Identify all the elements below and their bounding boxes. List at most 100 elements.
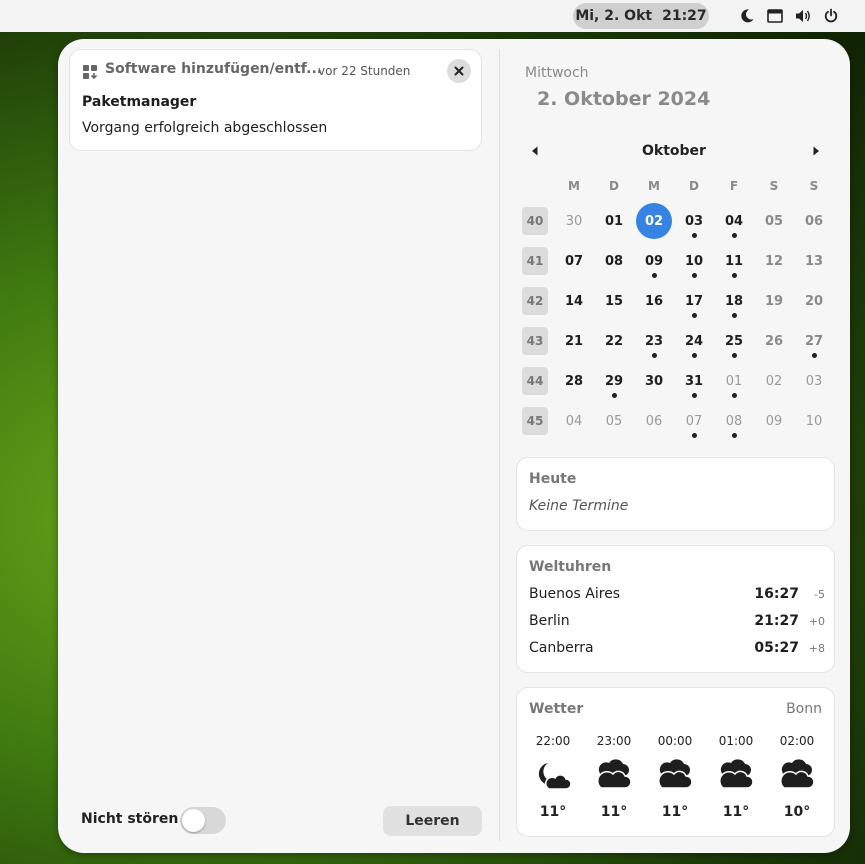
calendar-day[interactable]: 06: [636, 403, 672, 439]
day-header: S: [769, 179, 779, 193]
event-dot: [692, 433, 697, 438]
forecast-time: 22:00: [535, 734, 571, 748]
dnd-label: Nicht stören: [81, 811, 179, 827]
window-icon[interactable]: [765, 6, 785, 26]
dnd-toggle[interactable]: [180, 807, 226, 834]
notification-time: vor 22 Stunden: [318, 64, 411, 78]
calendar-day[interactable]: 22: [596, 323, 632, 359]
forecast-time: 00:00: [657, 734, 693, 748]
world-clock-city: Berlin: [529, 613, 570, 629]
event-dot: [732, 313, 737, 318]
calendar-day[interactable]: 30: [636, 363, 672, 399]
event-dot: [732, 353, 737, 358]
weather-card[interactable]: Wetter Bonn 22:00 11° 23:00 11° 00:00 11° 01:0…: [516, 687, 835, 837]
event-dot: [692, 233, 697, 238]
weekday-label: Mittwoch: [525, 65, 589, 81]
calendar-day[interactable]: 05: [596, 403, 632, 439]
next-month-button[interactable]: [808, 143, 824, 159]
world-clock-offset: -5: [814, 588, 825, 601]
forecast-temperature: 10°: [783, 804, 811, 820]
moon-icon[interactable]: [737, 6, 757, 26]
calendar-day[interactable]: 20: [796, 283, 832, 319]
chevron-left-icon: [532, 146, 538, 156]
calendar-day[interactable]: 26: [756, 323, 792, 359]
forecast-temperature: 11°: [722, 804, 750, 820]
calendar-day[interactable]: 10: [796, 403, 832, 439]
volume-icon[interactable]: [793, 6, 813, 26]
calendar-day[interactable]: 30: [556, 203, 592, 239]
weather-location: Bonn: [786, 701, 822, 717]
notification-close-button[interactable]: [447, 59, 471, 83]
event-dot: [612, 393, 617, 398]
calendar-day[interactable]: 09: [756, 403, 792, 439]
notification-app-name: Software hinzufügen/entf...: [105, 61, 323, 77]
clock-button[interactable]: Mi, 2. Okt 21:27: [573, 3, 709, 29]
rain-cloud-icon: [657, 758, 693, 794]
no-events-text: Keine Termine: [529, 498, 629, 514]
notification-title: Paketmanager: [82, 94, 197, 110]
month-label: Oktober: [642, 143, 706, 159]
week-number: 42: [522, 287, 548, 315]
world-clock-city: Buenos Aires: [529, 586, 621, 602]
world-clock-row: Berlin 21:27 +0: [529, 613, 825, 633]
forecast-temperature: 11°: [600, 804, 628, 820]
world-clocks-card[interactable]: Weltuhren Buenos Aires 16:27 -5 Berlin 21:27…: [516, 545, 835, 673]
world-clock-city: Canberra: [529, 640, 594, 656]
calendar-day[interactable]: 28: [556, 363, 592, 399]
event-dot: [732, 233, 737, 238]
world-clock-time: 05:27: [754, 640, 799, 656]
today-card[interactable]: Heute Keine Termine: [516, 457, 835, 531]
calendar-day[interactable]: 02: [636, 203, 672, 239]
clear-button[interactable]: Leeren: [383, 806, 482, 836]
week-number: 43: [522, 327, 548, 355]
calendar-day[interactable]: 16: [636, 283, 672, 319]
calendar-day[interactable]: 05: [756, 203, 792, 239]
power-icon[interactable]: [821, 6, 841, 26]
event-dot: [652, 273, 657, 278]
calendar-day[interactable]: 02: [756, 363, 792, 399]
calendar-day[interactable]: 12: [756, 243, 792, 279]
world-clocks-title: Weltuhren: [529, 559, 612, 575]
calendar-day[interactable]: 03: [796, 363, 832, 399]
close-icon: [454, 66, 464, 76]
world-clock-time: 16:27: [754, 586, 799, 602]
forecast-time: 01:00: [718, 734, 754, 748]
event-dot: [732, 273, 737, 278]
week-number: 45: [522, 407, 548, 435]
calendar-day[interactable]: 13: [796, 243, 832, 279]
calendar-day[interactable]: 14: [556, 283, 592, 319]
calendar-popover: Software hinzufügen/entf... vor 22 Stund…: [58, 39, 850, 853]
full-date-label[interactable]: 2. Oktober 2024: [537, 88, 710, 110]
event-dot: [732, 433, 737, 438]
calendar-day[interactable]: 08: [596, 243, 632, 279]
world-clock-offset: +8: [808, 642, 825, 655]
previous-month-button[interactable]: [527, 143, 543, 159]
day-header: M: [648, 179, 660, 193]
day-header: M: [568, 179, 580, 193]
column-divider: [499, 49, 500, 841]
today-title: Heute: [529, 471, 577, 487]
forecast-hour: 00:00 11°: [649, 734, 701, 820]
event-dot: [732, 393, 737, 398]
calendar-day[interactable]: 19: [756, 283, 792, 319]
forecast-hour: 22:00 11°: [527, 734, 579, 820]
clock-time: 21:27: [662, 8, 707, 24]
calendar-day[interactable]: 06: [796, 203, 832, 239]
clock-date: Mi, 2. Okt: [575, 8, 653, 24]
calendar-day[interactable]: 04: [556, 403, 592, 439]
forecast-time: 23:00: [596, 734, 632, 748]
world-clock-time: 21:27: [754, 613, 799, 629]
day-header: F: [729, 179, 739, 193]
calendar-day[interactable]: 15: [596, 283, 632, 319]
weather-title: Wetter: [529, 701, 584, 717]
notification-body: Vorgang erfolgreich abgeschlossen: [82, 120, 328, 136]
calendar-day[interactable]: 01: [596, 203, 632, 239]
notification-card[interactable]: Software hinzufügen/entf... vor 22 Stund…: [69, 49, 482, 151]
rain-cloud-icon: [596, 758, 632, 794]
chevron-right-icon: [813, 146, 819, 156]
week-number: 41: [522, 247, 548, 275]
top-bar: Mi, 2. Okt 21:27: [0, 0, 865, 32]
calendar-day[interactable]: 07: [556, 243, 592, 279]
calendar-day[interactable]: 21: [556, 323, 592, 359]
package-icon: [83, 64, 98, 80]
